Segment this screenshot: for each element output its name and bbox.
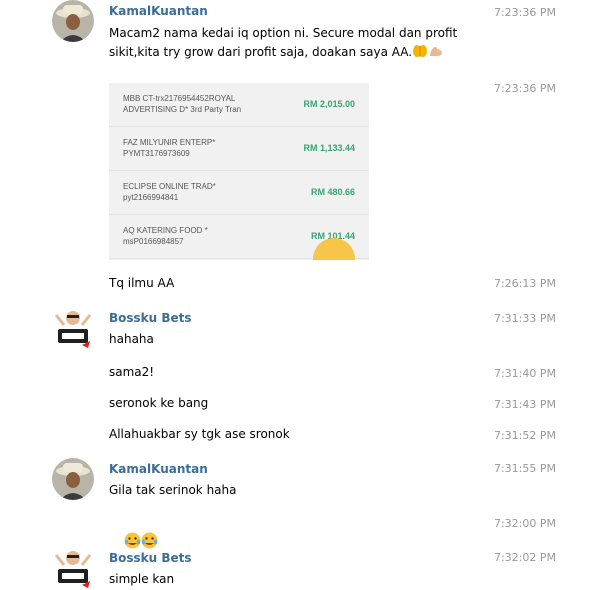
sender-name[interactable]: Bossku Bets xyxy=(109,551,192,565)
message-text: Macam2 nama kedai iq option ni. Secure m… xyxy=(109,24,457,64)
message-text: hahaha xyxy=(109,332,154,346)
timestamp: 7:31:43 PM xyxy=(493,398,556,411)
transaction-row: FAZ MILYUNIR ENTERP* PYMT3176973609 RM 1… xyxy=(109,127,369,171)
sender-name[interactable]: KamalKuantan xyxy=(109,4,208,18)
message-text-content: Macam2 nama kedai iq option ni. Secure m… xyxy=(109,26,458,59)
avatar-kamalkuantan[interactable] xyxy=(52,458,94,500)
timestamp: 7:32:00 PM xyxy=(493,517,556,530)
timestamp: 7:23:36 PM xyxy=(493,6,556,19)
transaction-description: MBB CT-trx2176954452ROYAL ADVERTISING D*… xyxy=(123,94,242,114)
avatar-kamalkuantan[interactable] xyxy=(52,0,94,42)
avatar-bossku-bets[interactable] xyxy=(52,307,94,349)
transaction-amount: RM 1,133.44 xyxy=(303,143,355,153)
timestamp: 7:31:55 PM xyxy=(493,462,556,475)
transaction-row: MBB CT-trx2176954452ROYAL ADVERTISING D*… xyxy=(109,83,369,127)
timestamp: 7:31:52 PM xyxy=(493,429,556,442)
timestamp: 7:31:33 PM xyxy=(493,312,556,325)
message-text: simple kan xyxy=(109,572,175,586)
transaction-screenshot[interactable]: MBB CT-trx2176954452ROYAL ADVERTISING D*… xyxy=(109,83,369,260)
message-text: Tq ilmu AA xyxy=(109,276,175,290)
timestamp: 7:23:36 PM xyxy=(493,82,556,95)
message-text: seronok ke bang xyxy=(109,396,209,410)
message-text: Allahuakbar sy tgk ase sronok xyxy=(109,427,290,441)
chat-history: KamalKuantan Macam2 nama kedai iq option… xyxy=(0,0,590,590)
flexed-biceps-icon xyxy=(428,44,444,64)
transaction-description: ECLIPSE ONLINE TRAD* pyt2166994841 xyxy=(123,182,216,202)
avatar-bossku-bets[interactable] xyxy=(52,547,94,589)
timestamp: 7:26:13 PM xyxy=(493,277,556,290)
transaction-description: FAZ MILYUNIR ENTERP* PYMT3176973609 xyxy=(123,138,216,158)
pray-hands-icon xyxy=(412,44,428,64)
message-text: Gila tak serinok haha xyxy=(109,483,237,497)
sender-name[interactable]: Bossku Bets xyxy=(109,311,192,325)
transaction-amount: RM 2,015.00 xyxy=(303,99,355,109)
timestamp: 7:31:40 PM xyxy=(493,367,556,380)
message-text: sama2! xyxy=(109,365,155,379)
transaction-description: AQ KATERING FOOD * msP0166984857 xyxy=(123,226,208,246)
timestamp: 7:32:02 PM xyxy=(493,551,556,564)
transaction-amount: RM 480.66 xyxy=(310,187,355,197)
sender-name[interactable]: KamalKuantan xyxy=(109,462,208,476)
transaction-row: ECLIPSE ONLINE TRAD* pyt2166994841 RM 48… xyxy=(109,171,369,215)
